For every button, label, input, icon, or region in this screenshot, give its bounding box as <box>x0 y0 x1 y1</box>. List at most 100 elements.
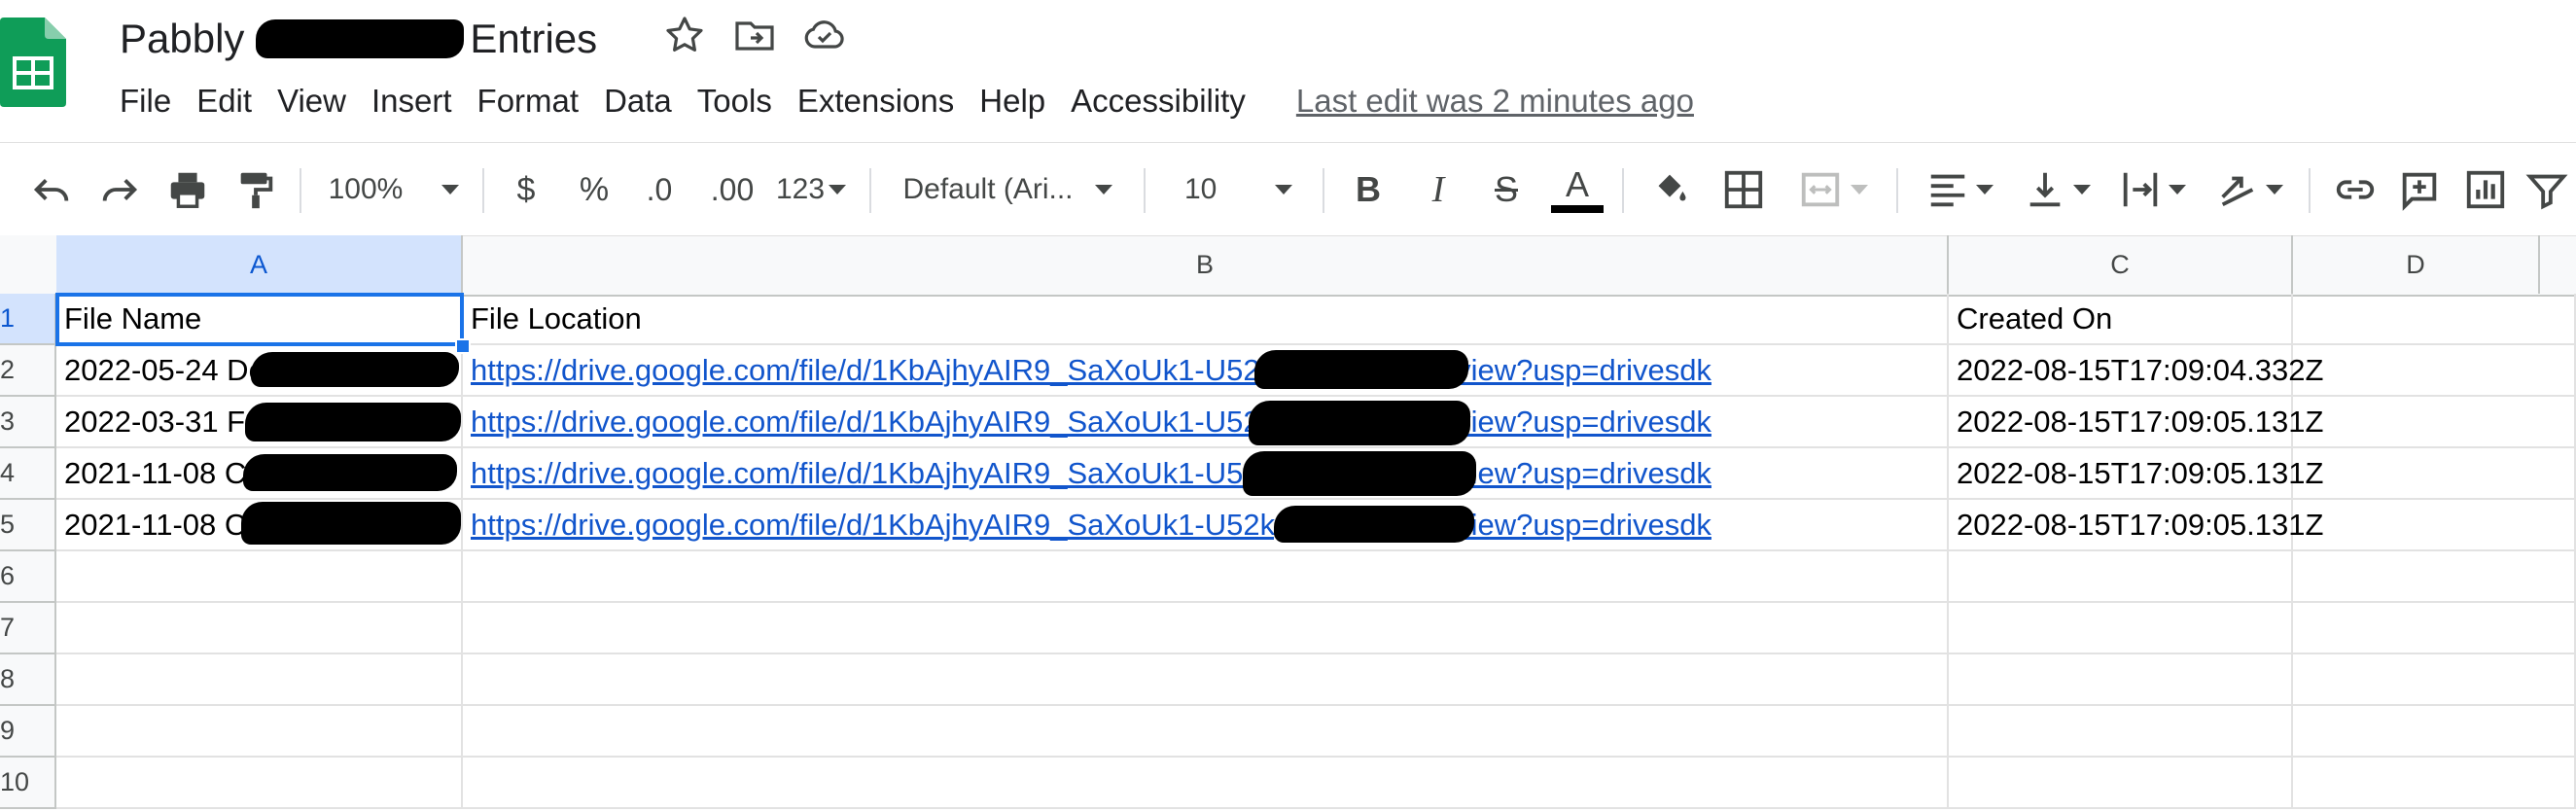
document-title-prefix: Pabbly <box>120 16 245 61</box>
redaction-mark <box>245 403 461 441</box>
star-icon[interactable] <box>661 12 708 63</box>
text-wrapping-icon[interactable] <box>2108 143 2196 236</box>
filter-icon[interactable] <box>2524 143 2573 236</box>
insert-chart-icon[interactable] <box>2458 143 2513 236</box>
menu-help[interactable]: Help <box>979 83 1071 120</box>
print-icon[interactable] <box>163 143 212 236</box>
cell-d2[interactable] <box>2293 345 2576 397</box>
insert-comment-icon[interactable] <box>2392 143 2447 236</box>
cell-d4[interactable] <box>2293 448 2576 500</box>
font-family-select[interactable]: Default (Ari... <box>889 143 1126 236</box>
menu-view[interactable]: View <box>277 83 371 120</box>
cell-c4[interactable]: 2022-08-15T17:09:05.131Z <box>1949 448 2323 500</box>
horizontal-align-icon[interactable] <box>1916 143 2003 236</box>
paint-format-icon[interactable] <box>231 143 280 236</box>
cell-b9[interactable] <box>463 706 1949 758</box>
row-header-6[interactable]: 6 <box>0 551 56 603</box>
menu-accessibility[interactable]: Accessibility <box>1071 83 1271 120</box>
cell-a9[interactable] <box>56 706 463 758</box>
zoom-select[interactable]: 100% <box>321 143 467 236</box>
number-format-select[interactable]: 123 <box>770 143 852 236</box>
cell-d8[interactable] <box>2293 654 2576 706</box>
insert-link-icon[interactable] <box>2328 143 2382 236</box>
select-all-corner[interactable] <box>0 235 62 294</box>
column-header-c[interactable]: C <box>1949 235 2293 294</box>
borders-icon[interactable] <box>1717 143 1770 236</box>
menu-format[interactable]: Format <box>477 83 605 120</box>
cell-c7[interactable] <box>1949 603 2293 654</box>
row-header-5[interactable]: 5 <box>0 500 56 551</box>
last-edit-link[interactable]: Last edit was 2 minutes ago <box>1296 83 1694 120</box>
chevron-down-icon <box>1851 185 1868 194</box>
row-header-3[interactable]: 3 <box>0 397 56 448</box>
cell-b6[interactable] <box>463 551 1949 603</box>
row-header-2[interactable]: 2 <box>0 345 56 397</box>
cell-a10[interactable] <box>56 758 463 809</box>
cell-a1[interactable]: File Name <box>55 293 464 346</box>
menu-tools[interactable]: Tools <box>697 83 797 120</box>
text-color-button[interactable]: A <box>1548 143 1606 236</box>
cell-a7[interactable] <box>56 603 463 654</box>
percent-format-button[interactable]: % <box>570 143 618 236</box>
row-header-9[interactable]: 9 <box>0 706 56 758</box>
menu-extensions[interactable]: Extensions <box>797 83 979 120</box>
cell-c8[interactable] <box>1949 654 2293 706</box>
sheets-logo-icon[interactable] <box>0 18 66 107</box>
decrease-decimal-button[interactable]: .0 <box>632 143 687 236</box>
cell-b5[interactable]: https://drive.google.com/file/d/1KbAjhyA… <box>463 500 1949 551</box>
cell-d1[interactable] <box>2293 294 2576 345</box>
cell-b1[interactable]: File Location <box>463 294 1949 345</box>
italic-button[interactable]: I <box>1412 143 1464 236</box>
menu-edit[interactable]: Edit <box>196 83 277 120</box>
row-header-4[interactable]: 4 <box>0 448 56 500</box>
cell-c1[interactable]: Created On <box>1949 294 2293 345</box>
bold-button[interactable]: B <box>1342 143 1394 236</box>
row-header-10[interactable]: 10 <box>0 758 56 809</box>
fill-color-icon[interactable] <box>1643 143 1696 236</box>
menu-data[interactable]: Data <box>604 83 697 120</box>
fill-handle[interactable] <box>455 338 471 354</box>
cell-d10[interactable] <box>2293 758 2576 809</box>
cell-b4[interactable]: https://drive.google.com/file/d/1KbAjhyA… <box>463 448 1949 500</box>
menu-insert[interactable]: Insert <box>371 83 477 120</box>
chevron-down-icon <box>829 185 847 194</box>
move-to-folder-icon[interactable] <box>731 12 778 63</box>
row-header-1[interactable]: 1 <box>0 294 56 345</box>
cell-c5[interactable]: 2022-08-15T17:09:05.131Z <box>1949 500 2323 551</box>
strikethrough-button[interactable]: S <box>1480 143 1533 236</box>
cell-d9[interactable] <box>2293 706 2576 758</box>
cell-d3[interactable] <box>2293 397 2576 448</box>
merge-cells-icon[interactable] <box>1789 143 1877 236</box>
cell-a8[interactable] <box>56 654 463 706</box>
currency-format-button[interactable]: $ <box>502 143 550 236</box>
cloud-saved-icon[interactable] <box>801 12 848 63</box>
cell-b3[interactable]: https://drive.google.com/file/d/1KbAjhyA… <box>463 397 1949 448</box>
cell-c9[interactable] <box>1949 706 2293 758</box>
vertical-align-icon[interactable] <box>2013 143 2100 236</box>
column-header-d[interactable]: D <box>2293 235 2540 294</box>
row-header-8[interactable]: 8 <box>0 654 56 706</box>
cell-d5[interactable] <box>2293 500 2576 551</box>
cell-b7[interactable] <box>463 603 1949 654</box>
column-header-b[interactable]: B <box>463 235 1949 294</box>
cell-d6[interactable] <box>2293 551 2576 603</box>
cell-b10[interactable] <box>463 758 1949 809</box>
cell-a6[interactable] <box>56 551 463 603</box>
cell-c3[interactable]: 2022-08-15T17:09:05.131Z <box>1949 397 2323 448</box>
redaction-mark <box>1243 451 1476 496</box>
row-header-7[interactable]: 7 <box>0 603 56 654</box>
cell-c2[interactable]: 2022-08-15T17:09:04.332Z <box>1949 345 2323 397</box>
font-size-select[interactable]: 10 <box>1163 143 1309 236</box>
cell-c6[interactable] <box>1949 551 2293 603</box>
column-header-a[interactable]: A <box>56 235 463 294</box>
increase-decimal-button[interactable]: .00 <box>700 143 764 236</box>
cell-d7[interactable] <box>2293 603 2576 654</box>
document-title[interactable]: Pabbly Entries <box>120 10 597 68</box>
text-rotation-icon[interactable] <box>2205 143 2293 236</box>
undo-icon[interactable] <box>27 143 76 236</box>
cell-b2[interactable]: https://drive.google.com/file/d/1KbAjhyA… <box>463 345 1949 397</box>
menu-file[interactable]: File <box>120 83 196 120</box>
redo-icon[interactable] <box>95 143 144 236</box>
cell-b8[interactable] <box>463 654 1949 706</box>
cell-c10[interactable] <box>1949 758 2293 809</box>
